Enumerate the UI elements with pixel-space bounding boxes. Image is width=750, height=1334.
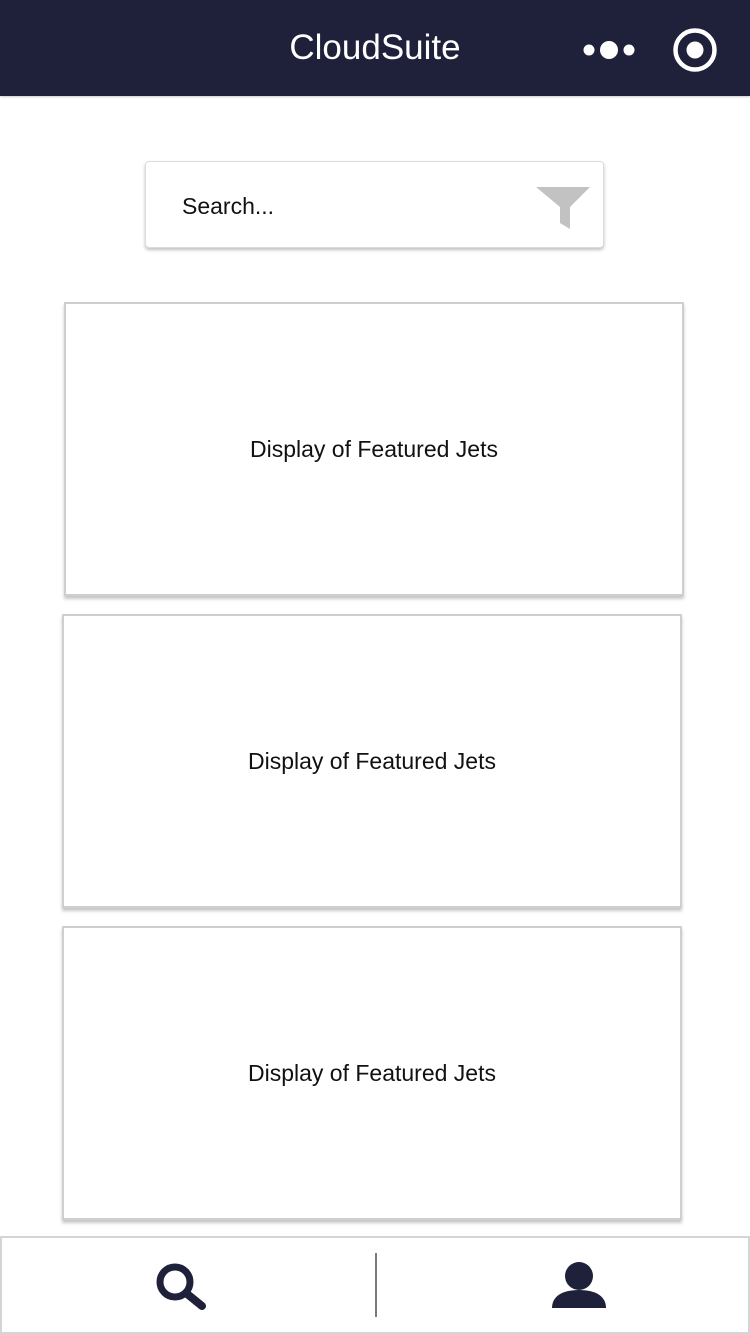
search-icon[interactable] (150, 1262, 210, 1310)
card-label: Display of Featured Jets (247, 747, 496, 774)
filter-icon[interactable] (534, 183, 592, 231)
search-input[interactable] (182, 188, 512, 224)
target-icon[interactable] (672, 27, 718, 73)
search-bar (145, 161, 604, 248)
featured-jet-card[interactable]: Display of Featured Jets (64, 302, 684, 596)
nav-divider (375, 1253, 377, 1317)
more-dots-icon[interactable] (582, 38, 638, 62)
app-header: CloudSuite (0, 0, 750, 96)
card-label: Display of Featured Jets (249, 435, 498, 462)
profile-icon[interactable] (549, 1261, 609, 1311)
card-label: Display of Featured Jets (247, 1059, 496, 1086)
featured-jet-card[interactable]: Display of Featured Jets (62, 926, 682, 1220)
featured-jet-card[interactable]: Display of Featured Jets (62, 614, 682, 908)
bottom-nav (0, 1236, 750, 1334)
